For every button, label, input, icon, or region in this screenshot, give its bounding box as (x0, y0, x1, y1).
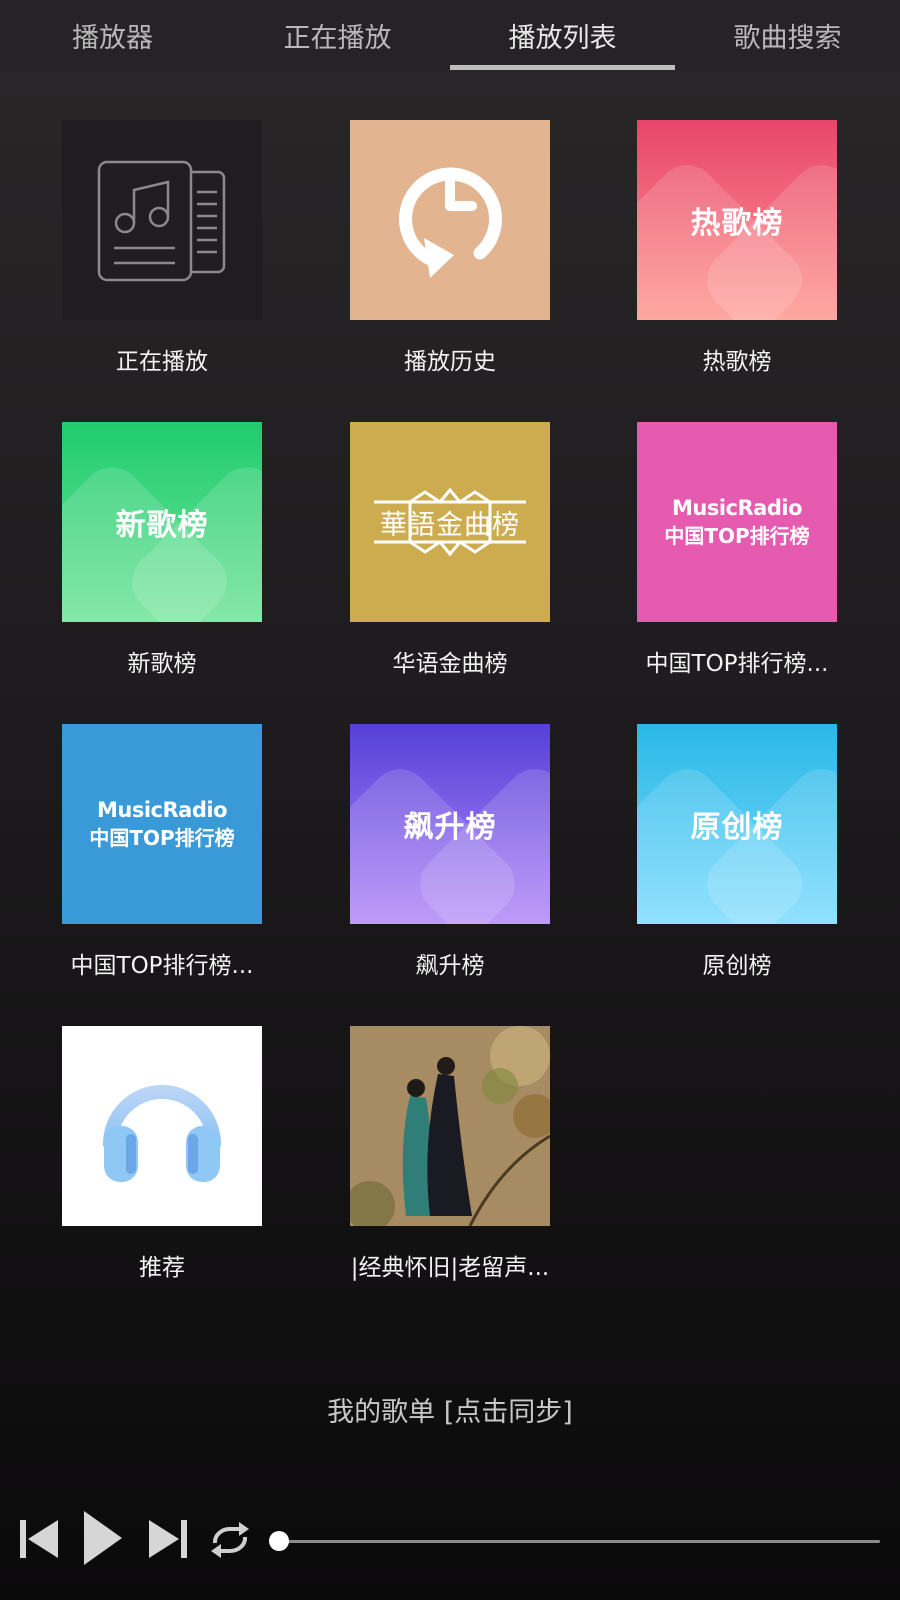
progress-track[interactable] (280, 1540, 880, 1543)
playlist-label: 热歌榜 (702, 349, 772, 375)
cover-title: 華語金曲榜 (380, 509, 520, 541)
playlist-card-now-playing[interactable]: 正在播放 (62, 120, 262, 375)
cover-title: 中国TOP排行榜 (89, 825, 235, 850)
repeat-icon[interactable] (207, 1519, 253, 1565)
playlist-card-recommend[interactable]: 推荐 (62, 1026, 262, 1281)
playlist-label: |经典怀旧|老留声... (350, 1255, 550, 1281)
playlist-card-top-chart-2[interactable]: MusicRadio 中国TOP排行榜 中国TOP排行榜... (62, 724, 262, 979)
cover-title: 飙升榜 (403, 810, 497, 845)
music-document-icon (62, 120, 262, 320)
playlist-card-top-chart-1[interactable]: MusicRadio 中国TOP排行榜 中国TOP排行榜... (637, 422, 837, 677)
tab-bar: 播放器 正在播放 播放列表 歌曲搜索 (0, 0, 900, 70)
playlist-label: 新歌榜 (127, 651, 197, 677)
playlist-card-chinese-gold[interactable]: 華語金曲榜 华语金曲榜 (350, 422, 550, 677)
playlist-label: 飙升榜 (415, 953, 485, 979)
playlist-label: 正在播放 (116, 349, 208, 375)
cover-title: 原创榜 (690, 810, 784, 845)
playlist-card-rising[interactable]: 飙升榜 飙升榜 (350, 724, 550, 979)
rising-cover: 飙升榜 (350, 724, 550, 924)
playlist-label: 华语金曲榜 (392, 651, 508, 677)
play-icon[interactable] (82, 1509, 124, 1571)
new-songs-cover: 新歌榜 (62, 422, 262, 622)
cover-brand: MusicRadio (672, 495, 803, 520)
hot-songs-cover: 热歌榜 (637, 120, 837, 320)
top-chart-cover: MusicRadio 中国TOP排行榜 (637, 422, 837, 622)
playlist-label: 中国TOP排行榜... (645, 651, 829, 677)
next-icon[interactable] (147, 1517, 189, 1565)
progress-slider-handle[interactable] (269, 1531, 289, 1551)
tab-now-playing[interactable]: 正在播放 (225, 0, 450, 70)
top-chart-cover: MusicRadio 中国TOP排行榜 (62, 724, 262, 924)
original-cover: 原创榜 (637, 724, 837, 924)
cover-title: 新歌榜 (115, 508, 209, 543)
tab-song-search[interactable]: 歌曲搜索 (675, 0, 900, 70)
cover-title: 热歌榜 (690, 206, 784, 241)
chinese-gold-cover: 華語金曲榜 (350, 422, 550, 622)
headphones-icon (62, 1026, 262, 1226)
playlist-card-hot-songs[interactable]: 热歌榜 热歌榜 (637, 120, 837, 375)
player-controls (0, 1505, 900, 1575)
playlist-card-original[interactable]: 原创榜 原创榜 (637, 724, 837, 979)
playlist-label: 推荐 (139, 1255, 185, 1281)
history-clock-icon (350, 120, 550, 320)
playlist-label: 播放历史 (404, 349, 496, 375)
couple-painting-image (350, 1026, 550, 1226)
tab-playlist[interactable]: 播放列表 (450, 0, 675, 70)
cover-title: 中国TOP排行榜 (664, 523, 810, 548)
previous-icon[interactable] (18, 1517, 60, 1565)
my-playlists-sync-button[interactable]: 我的歌单 [点击同步] (0, 1390, 900, 1429)
playlist-card-classic[interactable]: |经典怀旧|老留声... (350, 1026, 550, 1281)
cover-brand: MusicRadio (97, 797, 228, 822)
playlist-label: 原创榜 (702, 953, 772, 979)
playlist-label: 中国TOP排行榜... (70, 953, 254, 979)
playlist-card-history[interactable]: 播放历史 (350, 120, 550, 375)
playlist-card-new-songs[interactable]: 新歌榜 新歌榜 (62, 422, 262, 677)
tab-player[interactable]: 播放器 (0, 0, 225, 70)
